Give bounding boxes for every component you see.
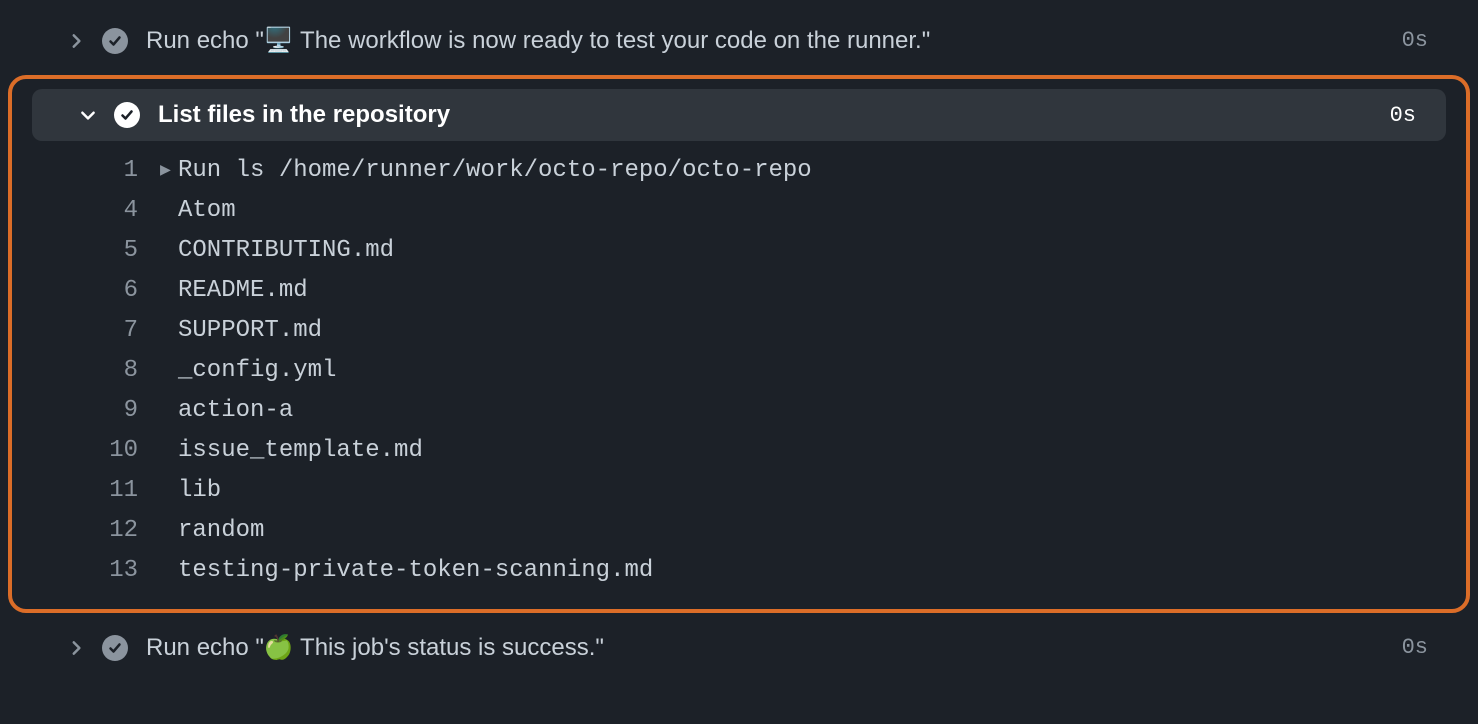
spacer <box>160 391 178 431</box>
chevron-right-icon <box>64 636 88 660</box>
log-line: 10 issue_template.md <box>42 431 1436 471</box>
log-line-number: 5 <box>42 231 160 271</box>
highlight-annotation: List files in the repository 0s 1 ▶ Run … <box>8 75 1470 613</box>
log-line-number: 4 <box>42 191 160 231</box>
workflow-step-row[interactable]: List files in the repository 0s <box>32 89 1446 141</box>
log-line-text: issue_template.md <box>178 431 423 471</box>
spacer <box>160 511 178 551</box>
log-line-number: 12 <box>42 511 160 551</box>
log-line-number: 10 <box>42 431 160 471</box>
log-line: 11 lib <box>42 471 1436 511</box>
log-line-text: README.md <box>178 271 308 311</box>
step-title: List files in the repository <box>158 101 1374 129</box>
step-title: Run echo "🍏 This job's status is success… <box>146 633 1386 662</box>
log-line-text: SUPPORT.md <box>178 311 322 351</box>
log-line-number: 6 <box>42 271 160 311</box>
log-line-text: Run ls /home/runner/work/octo-repo/octo-… <box>178 151 812 191</box>
step-duration: 0s <box>1390 103 1416 128</box>
log-line: 5 CONTRIBUTING.md <box>42 231 1436 271</box>
log-line-number: 8 <box>42 351 160 391</box>
log-line-number: 11 <box>42 471 160 511</box>
log-line: 12 random <box>42 511 1436 551</box>
log-line-text: lib <box>178 471 221 511</box>
log-line-number: 1 <box>42 151 160 191</box>
spacer <box>160 471 178 511</box>
check-circle-icon <box>102 635 128 661</box>
log-line: 7 SUPPORT.md <box>42 311 1436 351</box>
triangle-right-icon: ▶ <box>160 151 178 191</box>
workflow-step-row[interactable]: Run echo "🖥️ The workflow is now ready t… <box>20 14 1458 67</box>
spacer <box>160 551 178 591</box>
log-line-text: action-a <box>178 391 293 431</box>
step-title: Run echo "🖥️ The workflow is now ready t… <box>146 26 1386 55</box>
log-line-text: random <box>178 511 264 551</box>
log-line: 6 README.md <box>42 271 1436 311</box>
log-line: 9 action-a <box>42 391 1436 431</box>
log-line-number: 9 <box>42 391 160 431</box>
spacer <box>160 271 178 311</box>
chevron-right-icon <box>64 29 88 53</box>
log-line-text: Atom <box>178 191 236 231</box>
log-line: 4 Atom <box>42 191 1436 231</box>
log-line: 13 testing-private-token-scanning.md <box>42 551 1436 591</box>
step-log-output: 1 ▶ Run ls /home/runner/work/octo-repo/o… <box>12 145 1466 591</box>
spacer <box>160 191 178 231</box>
check-circle-icon <box>114 102 140 128</box>
check-circle-icon <box>102 28 128 54</box>
spacer <box>160 311 178 351</box>
log-line-text: testing-private-token-scanning.md <box>178 551 653 591</box>
log-line-text: _config.yml <box>178 351 336 391</box>
step-duration: 0s <box>1402 28 1428 53</box>
spacer <box>160 231 178 271</box>
workflow-step-row[interactable]: Run echo "🍏 This job's status is success… <box>20 621 1458 674</box>
log-line-text: CONTRIBUTING.md <box>178 231 394 271</box>
log-line-number: 13 <box>42 551 160 591</box>
spacer <box>160 431 178 471</box>
log-line: 8 _config.yml <box>42 351 1436 391</box>
log-command-row[interactable]: 1 ▶ Run ls /home/runner/work/octo-repo/o… <box>42 151 1436 191</box>
spacer <box>160 351 178 391</box>
chevron-down-icon <box>76 103 100 127</box>
log-line-number: 7 <box>42 311 160 351</box>
step-duration: 0s <box>1402 635 1428 660</box>
